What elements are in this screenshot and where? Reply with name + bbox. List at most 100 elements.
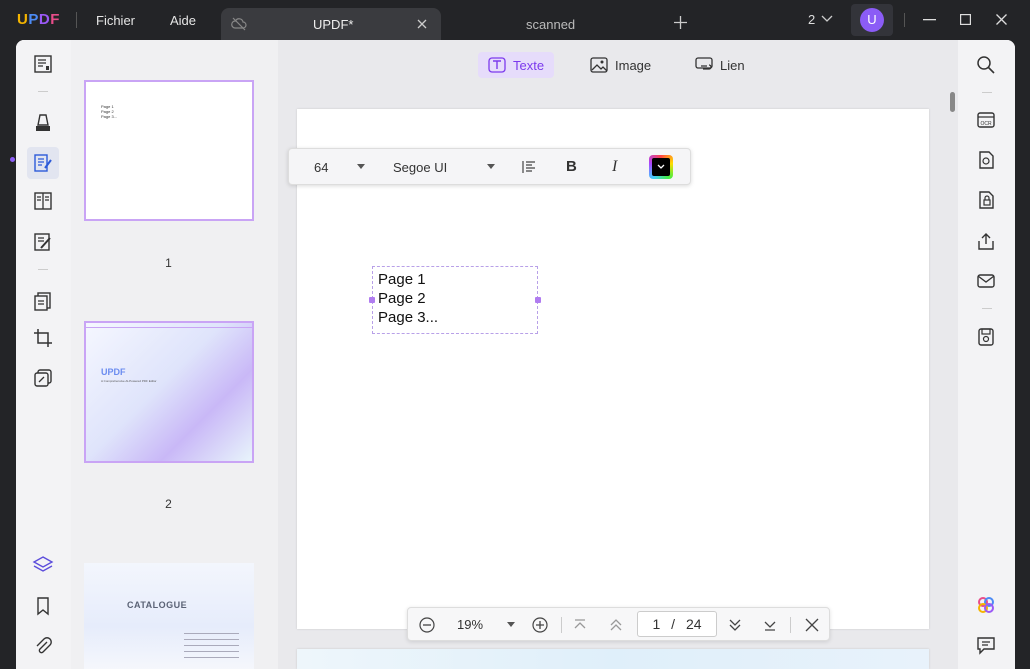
document-area: Texte Image Lien Page 1 Page 2 Page 3...… xyxy=(278,40,958,669)
thumbnail-panel: Page 1 Page 2 Page 3... 1 UPDF A Compreh… xyxy=(71,40,278,669)
bold-button[interactable]: B xyxy=(566,158,577,175)
thumbnail-page-2[interactable]: UPDF A Comprehensive AI-Powered PDF Edit… xyxy=(84,321,254,463)
next-page-icon[interactable] xyxy=(726,616,744,634)
new-tab-icon[interactable] xyxy=(674,16,687,29)
toolbar-divider xyxy=(982,308,992,309)
chevron-down-icon xyxy=(657,164,665,169)
thumbnail-number: 2 xyxy=(165,497,172,511)
text-line[interactable]: Page 1 xyxy=(378,270,532,289)
left-toolbar xyxy=(16,40,71,669)
tool-link-button[interactable]: Lien xyxy=(685,52,755,78)
comment-icon[interactable] xyxy=(976,635,996,655)
divider xyxy=(561,617,562,633)
tool-image-button[interactable]: Image xyxy=(580,52,661,78)
link-icon xyxy=(695,57,713,70)
divider xyxy=(790,617,791,633)
font-family-dropdown-icon[interactable] xyxy=(487,164,495,170)
updf-ai-icon[interactable] xyxy=(976,595,996,615)
close-icon[interactable] xyxy=(803,616,821,634)
text-box[interactable]: Page 1 Page 2 Page 3... xyxy=(372,266,538,334)
comment-highlighter-icon[interactable] xyxy=(32,112,54,134)
tab-label: UPDF* xyxy=(313,17,354,32)
ocr-icon[interactable]: OCR xyxy=(976,110,996,130)
thumbnail-page-3[interactable]: CATALOGUE xyxy=(84,563,254,669)
last-page-icon[interactable] xyxy=(761,616,779,634)
protect-pdf-icon[interactable] xyxy=(976,190,996,210)
zoom-out-icon[interactable] xyxy=(418,616,436,634)
thumbnail-text: Page 1 Page 2 Page 3... xyxy=(101,104,117,119)
logo-letter: D xyxy=(38,11,51,28)
font-size-value[interactable]: 64 xyxy=(314,160,328,175)
page-number-field[interactable]: 1 / 24 xyxy=(637,611,717,637)
text-line[interactable]: Page 2 xyxy=(378,289,532,308)
zoom-bar: 19% 1 / 24 xyxy=(407,607,830,641)
tool-text-button[interactable]: Texte xyxy=(478,52,555,78)
logo-letter: P xyxy=(28,11,39,28)
zoom-dropdown-icon[interactable] xyxy=(507,622,515,628)
tool-image-label: Image xyxy=(615,57,652,73)
toolbar-divider xyxy=(982,92,992,93)
tab-scanned[interactable]: scanned xyxy=(442,8,657,40)
tool-text-label: Texte xyxy=(513,57,545,73)
color-swatch xyxy=(652,158,670,176)
avatar[interactable]: U xyxy=(860,8,884,32)
font-size-dropdown-icon[interactable] xyxy=(357,164,365,170)
maximize-icon[interactable] xyxy=(960,14,971,25)
crop-icon[interactable] xyxy=(32,327,54,349)
bookmark-icon[interactable] xyxy=(32,595,54,617)
toolbar-divider xyxy=(38,269,48,270)
resize-handle-left[interactable] xyxy=(369,297,375,303)
minimize-icon[interactable] xyxy=(923,19,936,21)
attachment-icon[interactable] xyxy=(32,635,54,657)
current-page[interactable]: 1 xyxy=(652,616,660,632)
pages-copy-icon[interactable] xyxy=(32,367,54,389)
align-left-icon[interactable] xyxy=(521,159,537,175)
search-icon[interactable] xyxy=(976,55,996,75)
updf-logo[interactable]: UPDF xyxy=(17,11,60,28)
divider xyxy=(904,13,905,27)
text-line[interactable]: Page 3... xyxy=(378,308,532,327)
convert-pdf-icon[interactable] xyxy=(976,150,996,170)
close-tab-icon[interactable] xyxy=(417,19,427,29)
tab-updf[interactable]: UPDF* xyxy=(221,8,441,40)
font-family-value[interactable]: Segoe UI xyxy=(393,160,447,175)
svg-text:OCR: OCR xyxy=(980,121,992,127)
thumbnail-toc xyxy=(184,633,239,663)
italic-button[interactable]: I xyxy=(612,158,617,176)
page-separator: / xyxy=(671,616,676,632)
resize-handle-right[interactable] xyxy=(535,297,541,303)
menu-file[interactable]: Fichier xyxy=(96,13,135,28)
edit-pdf-icon[interactable] xyxy=(32,152,54,174)
first-page-icon[interactable] xyxy=(571,616,589,634)
zoom-in-icon[interactable] xyxy=(531,616,549,634)
save-icon[interactable] xyxy=(976,327,996,347)
pdf-page: Page 1 Page 2 Page 3... xyxy=(297,109,929,629)
cloud-off-icon xyxy=(231,17,247,31)
active-indicator xyxy=(10,157,15,162)
zoom-value[interactable]: 19% xyxy=(457,617,483,632)
convert-icon[interactable] xyxy=(32,290,54,312)
text-format-bar: 64 Segoe UI B I xyxy=(288,148,691,185)
app-window: Page 1 Page 2 Page 3... 1 UPDF A Compreh… xyxy=(16,40,1015,669)
thumbnail-title: CATALOGUE xyxy=(127,600,188,610)
vertical-scrollbar[interactable] xyxy=(950,92,955,112)
menu-help[interactable]: Aide xyxy=(170,13,196,28)
fill-sign-icon[interactable] xyxy=(32,231,54,253)
thumbnail-page-1[interactable]: Page 1 Page 2 Page 3... xyxy=(84,80,254,221)
toolbar-divider xyxy=(38,91,48,92)
tool-link-label: Lien xyxy=(720,57,745,73)
text-tool-icon xyxy=(488,57,506,73)
color-picker-button[interactable] xyxy=(649,155,673,179)
prev-page-icon[interactable] xyxy=(607,616,625,634)
reader-icon[interactable] xyxy=(32,53,54,75)
thumbnail-brand: UPDF xyxy=(101,367,126,377)
share-icon[interactable] xyxy=(976,231,996,251)
organize-pages-icon[interactable] xyxy=(32,190,54,212)
layers-icon[interactable] xyxy=(32,554,54,576)
chevron-down-icon[interactable] xyxy=(821,15,833,23)
mail-icon[interactable] xyxy=(976,271,996,291)
close-window-icon[interactable] xyxy=(996,14,1007,25)
page-top-line xyxy=(86,327,252,328)
logo-letter: U xyxy=(17,11,29,28)
window-count[interactable]: 2 xyxy=(808,12,815,27)
